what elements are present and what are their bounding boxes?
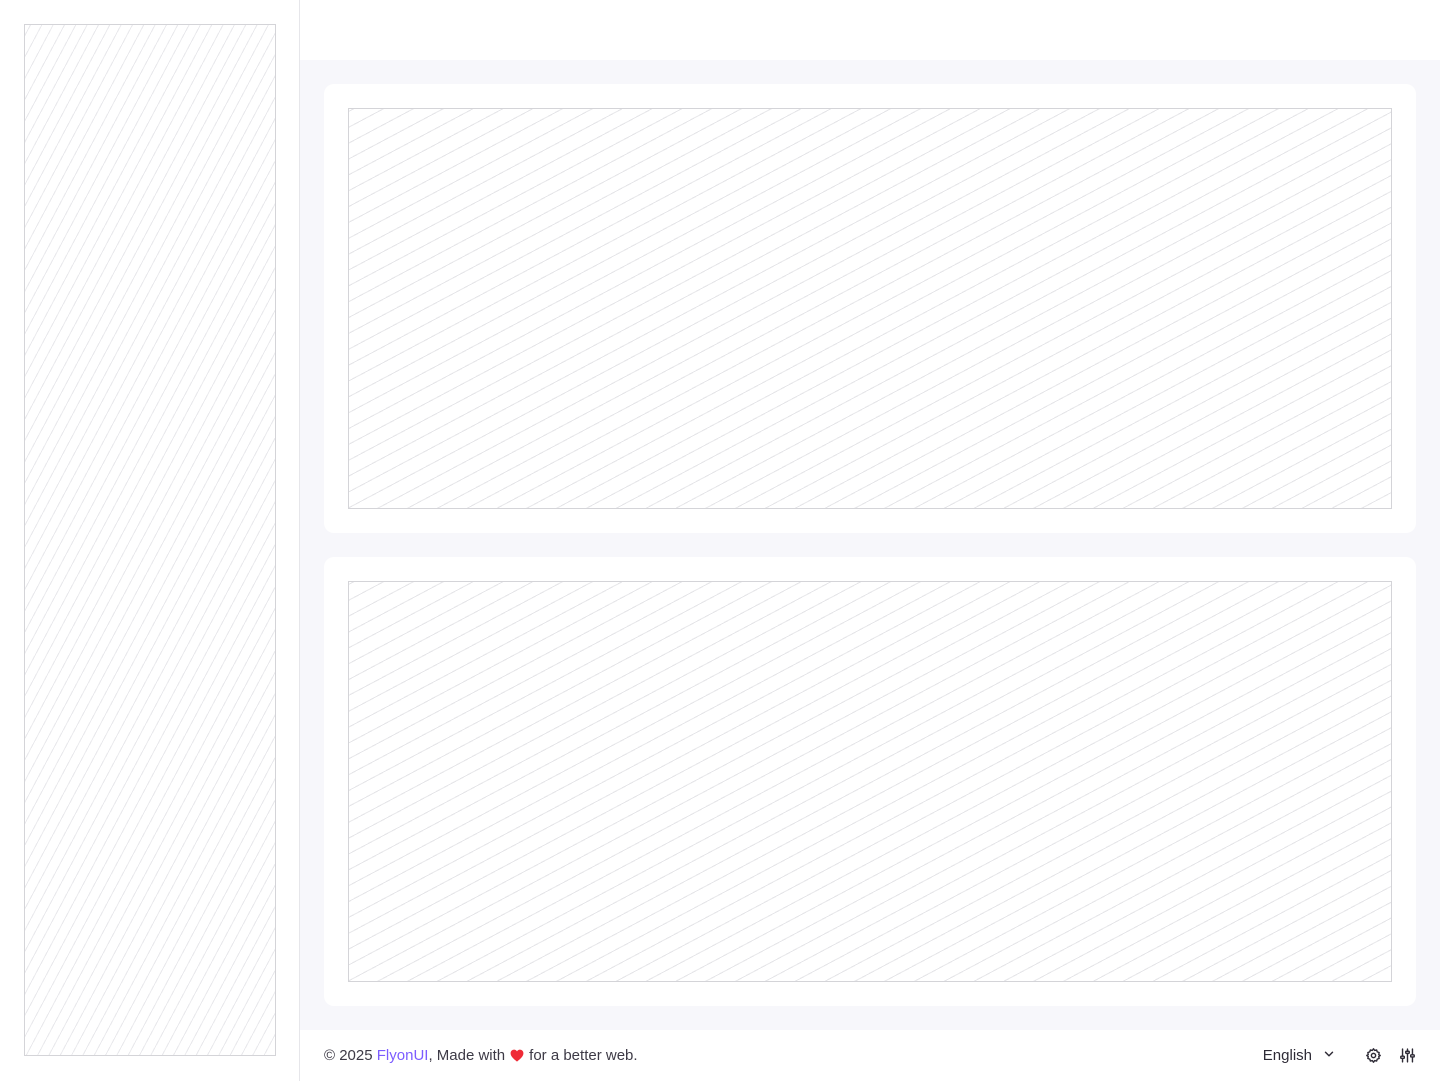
footer-actions: English [1263,1047,1416,1065]
made-with-text: , Made with [428,1047,506,1064]
sidebar [0,0,300,1081]
suffix-text: for a better web. [529,1047,638,1064]
sidebar-placeholder [24,24,276,1056]
card-1-placeholder [348,108,1392,509]
footer-credit: © 2025 FlyonUI, Made with for a better we… [324,1047,638,1064]
footer: © 2025 FlyonUI, Made with for a better we… [300,1030,1440,1081]
sliders-icon[interactable] [1398,1047,1416,1065]
app-root: © 2025 FlyonUI, Made with for a better we… [0,0,1440,1081]
brand-link[interactable]: FlyonUI [377,1047,429,1064]
content-card-1 [324,84,1416,533]
chevron-down-icon [1322,1047,1336,1065]
content-card-2 [324,557,1416,1006]
top-header [300,0,1440,60]
copyright-text: © 2025 [324,1047,377,1064]
gear-icon[interactable] [1364,1047,1382,1065]
main-content [300,60,1440,1030]
card-2-placeholder [348,581,1392,982]
heart-icon [510,1049,524,1062]
language-select[interactable]: English [1263,1047,1336,1065]
language-label: English [1262,1047,1312,1064]
